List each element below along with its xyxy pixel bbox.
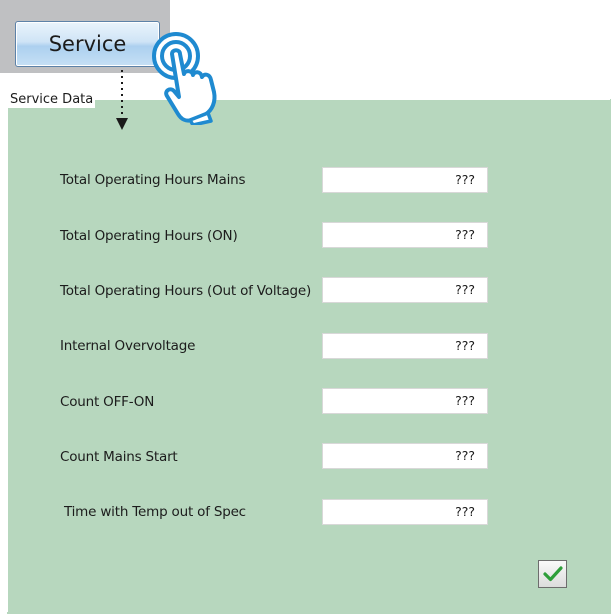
field-label-count-mains-start: Count Mains Start [60,449,178,465]
field-label-count-off-on: Count OFF-ON [60,394,155,410]
confirm-button[interactable] [538,560,567,588]
field-label-total-operating-hours-mains: Total Operating Hours Mains [60,172,246,188]
dotted-down-arrow-icon [116,70,128,130]
field-value-time-with-temp-out-of-spec[interactable]: ??? [322,499,488,525]
service-screen: Service Service Data Total Operating Hou… [0,0,611,614]
field-label-time-with-temp-out-of-spec: Time with Temp out of Spec [64,504,246,520]
field-label-total-operating-hours-on: Total Operating Hours (ON) [60,228,238,244]
field-value-count-off-on[interactable]: ??? [322,388,488,414]
service-button[interactable]: Service [15,21,160,67]
field-value-total-operating-hours-out-of-voltage[interactable]: ??? [322,277,488,303]
field-value-count-mains-start[interactable]: ??? [322,443,488,469]
tap-hand-icon [152,32,217,125]
panel-legend: Service Data [8,92,96,108]
checkmark-icon [542,566,563,582]
field-value-total-operating-hours-mains[interactable]: ??? [322,167,488,193]
field-label-internal-overvoltage: Internal Overvoltage [60,338,196,354]
field-value-internal-overvoltage[interactable]: ??? [322,333,488,359]
field-value-total-operating-hours-on[interactable]: ??? [322,222,488,248]
field-label-total-operating-hours-out-of-voltage: Total Operating Hours (Out of Voltage) [60,283,312,299]
